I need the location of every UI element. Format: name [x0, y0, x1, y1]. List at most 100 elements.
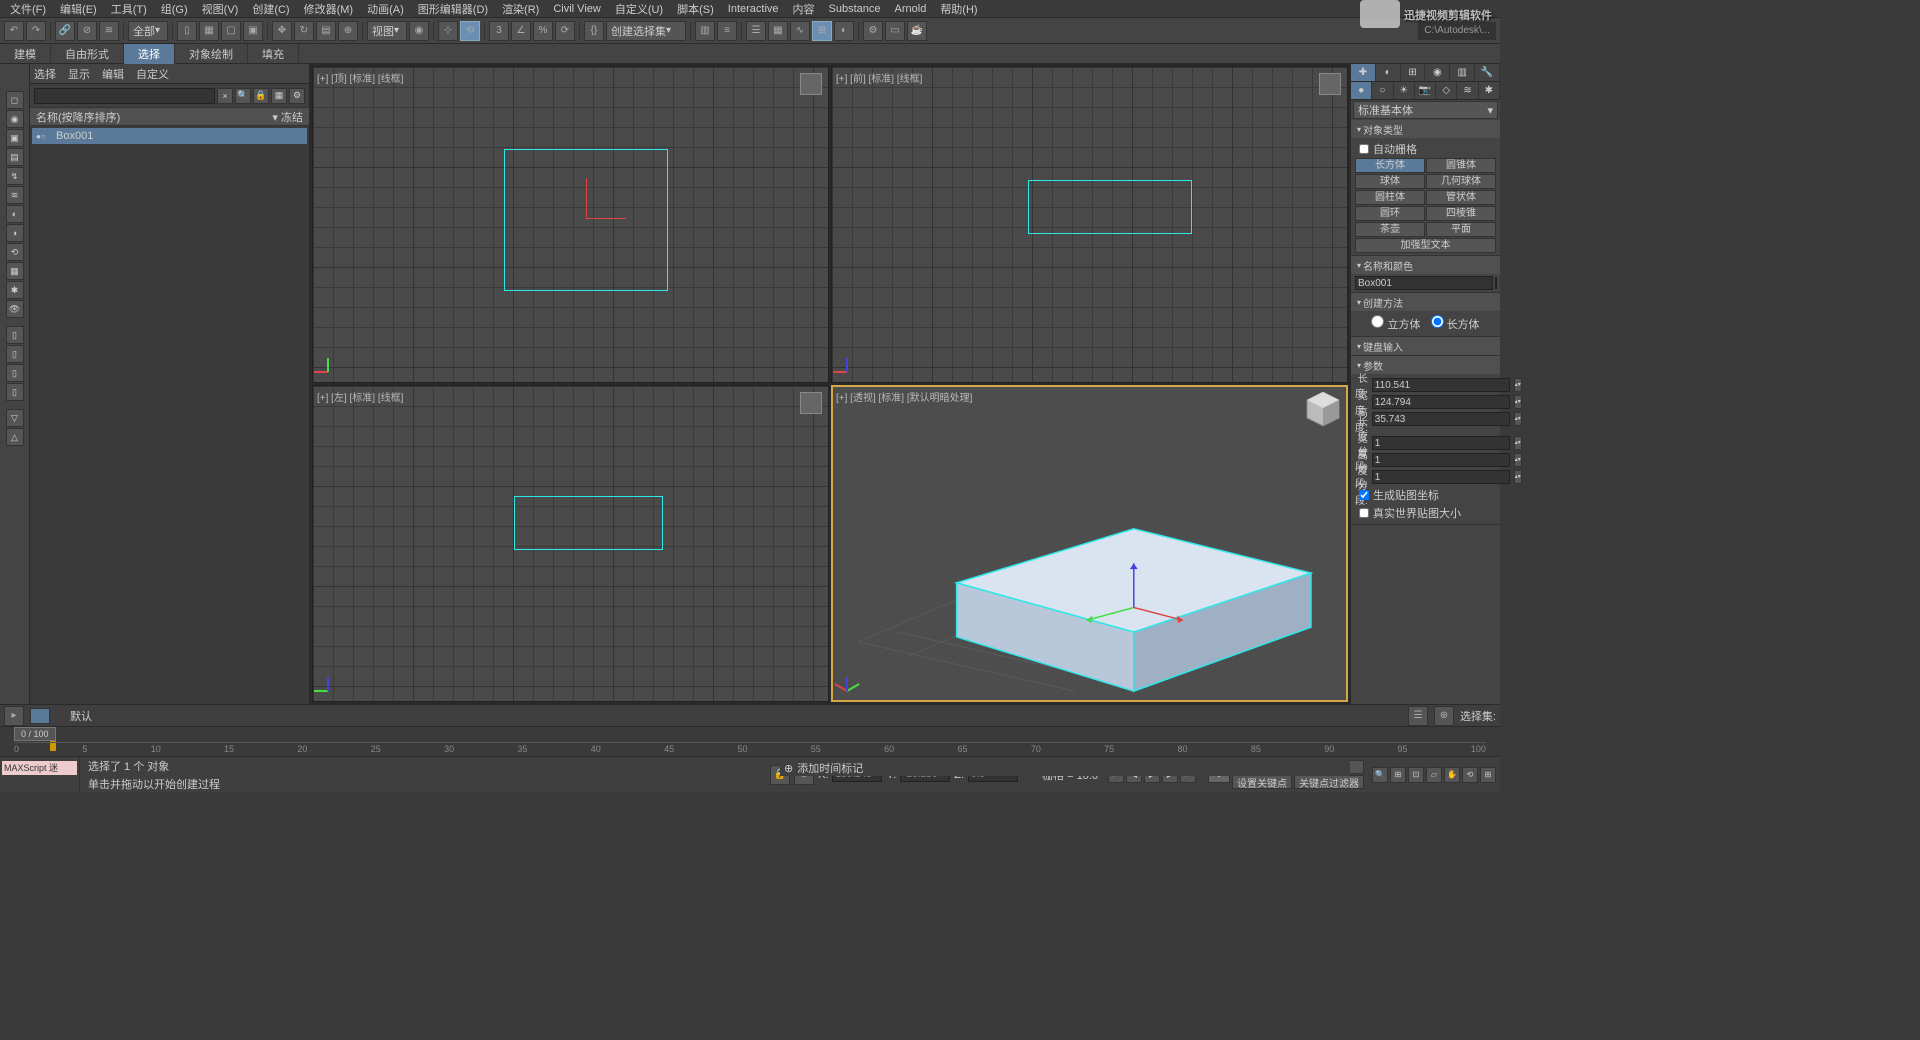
render-button[interactable]: ☕: [907, 21, 927, 41]
expand-track-button[interactable]: ▸: [4, 706, 24, 726]
scene-tab-1[interactable]: 显示: [68, 66, 90, 82]
lefticon-12[interactable]: 👁: [6, 300, 24, 318]
rollup-name-color[interactable]: 名称和颜色: [1351, 256, 1500, 274]
lights-icon[interactable]: ☀: [1394, 82, 1415, 99]
redo-button[interactable]: ↷: [26, 21, 46, 41]
view-icon[interactable]: ▦: [271, 88, 287, 104]
spinner-icon[interactable]: ▴▾: [1514, 470, 1522, 484]
scene-search-input[interactable]: [34, 88, 215, 104]
menu-U[interactable]: 自定义(U): [609, 1, 669, 17]
time-slider[interactable]: 0 / 100 05101520253035404550556065707580…: [0, 726, 1500, 756]
param-input-3[interactable]: [1372, 436, 1510, 450]
viewport-label-front[interactable]: [+] [前] [标准] [线框]: [836, 70, 922, 85]
primitive-btn-2[interactable]: 球体: [1355, 174, 1425, 189]
curve-editor-button[interactable]: ∿: [790, 21, 810, 41]
viewport-label-top[interactable]: [+] [顶] [标准] [线框]: [317, 70, 403, 85]
undo-button[interactable]: ↶: [4, 21, 24, 41]
window-cross-button[interactable]: ▣: [243, 21, 263, 41]
menu-E[interactable]: 编辑(E): [54, 1, 103, 17]
spinner-icon[interactable]: ▴▾: [1514, 378, 1522, 392]
tab-display[interactable]: ▥: [1450, 64, 1475, 81]
scene-tab-0[interactable]: 选择: [34, 66, 56, 82]
menu-Arnold[interactable]: Arnold: [889, 3, 933, 15]
lefticon-9[interactable]: ⟲: [6, 243, 24, 261]
menu-F[interactable]: 文件(F): [4, 1, 52, 17]
spinner-icon[interactable]: ▴▾: [1514, 412, 1522, 426]
snap3-button[interactable]: 3: [489, 21, 509, 41]
spinner-icon[interactable]: ▴▾: [1514, 395, 1522, 409]
param-input-0[interactable]: [1372, 378, 1510, 392]
viewport-label-left[interactable]: [+] [左] [标准] [线框]: [317, 389, 403, 404]
ribbon-tab-1[interactable]: 自由形式: [51, 44, 124, 64]
rollup-creation-method[interactable]: 创建方法: [1351, 293, 1500, 311]
select-button[interactable]: ▯: [177, 21, 197, 41]
shapes-icon[interactable]: ○: [1372, 82, 1393, 99]
tab-utilities[interactable]: 🔧: [1475, 64, 1500, 81]
link-button[interactable]: 🔗: [55, 21, 75, 41]
snap-toggle-button[interactable]: ⊹: [438, 21, 458, 41]
lefticon-18[interactable]: △: [6, 428, 24, 446]
bind-button[interactable]: ≋: [99, 21, 119, 41]
param-input-1[interactable]: [1372, 395, 1510, 409]
schematic-button[interactable]: ⊞: [812, 21, 832, 41]
spacewarps-icon[interactable]: ≋: [1457, 82, 1478, 99]
layout-button[interactable]: [30, 708, 50, 724]
mapcoords-checkbox[interactable]: [1359, 490, 1369, 500]
menu-T[interactable]: 工具(T): [105, 1, 153, 17]
menu-H[interactable]: 帮助(H): [934, 1, 983, 17]
primitive-btn-5[interactable]: 管状体: [1426, 190, 1496, 205]
subcategory-dropdown[interactable]: 标准基本体▾: [1353, 101, 1498, 119]
ribbon-tab-0[interactable]: 建模: [0, 44, 51, 64]
viewport-left[interactable]: [+] [左] [标准] [线框]: [312, 385, 829, 702]
lock-icon[interactable]: 🔒: [253, 88, 269, 104]
close-icon[interactable]: ×: [217, 88, 233, 104]
unlink-button[interactable]: ⊘: [77, 21, 97, 41]
lefticon-6[interactable]: ≋: [6, 186, 24, 204]
primitive-btn-0[interactable]: 长方体: [1355, 158, 1425, 173]
align-button[interactable]: ≡: [717, 21, 737, 41]
scale-button[interactable]: ▤: [316, 21, 336, 41]
lefticon-7[interactable]: ◐: [6, 205, 24, 223]
pivot-button[interactable]: ◉: [409, 21, 429, 41]
menu-R[interactable]: 渲染(R): [496, 1, 545, 17]
rect-select-button[interactable]: ▢: [221, 21, 241, 41]
menu-CivilView[interactable]: Civil View: [547, 3, 606, 15]
lefticon-2[interactable]: ◉: [6, 110, 24, 128]
cameras-icon[interactable]: 📷: [1415, 82, 1436, 99]
anglesnap2-button[interactable]: ∠: [511, 21, 531, 41]
select-name-button[interactable]: ▦: [199, 21, 219, 41]
viewport-top[interactable]: [+] [顶] [标准] [线框]: [312, 66, 829, 383]
nav-fov-button[interactable]: ▱: [1426, 767, 1442, 783]
radio-cube[interactable]: 立方体: [1371, 315, 1420, 332]
layers-button[interactable]: ☰: [746, 21, 766, 41]
add-time-tag[interactable]: 添加时间标记: [797, 760, 863, 776]
menu-[interactable]: 内容: [787, 1, 821, 17]
viewcube-icon[interactable]: [1319, 73, 1341, 95]
toggle-ribbon-button[interactable]: ▦: [768, 21, 788, 41]
scene-list-header[interactable]: 名称(按降序排序) ▾ 冻结: [30, 108, 309, 126]
lefticon-10[interactable]: ▦: [6, 262, 24, 280]
keyfilter-button[interactable]: 关键点过滤器: [1294, 775, 1364, 789]
primitive-btn-6[interactable]: 圆环: [1355, 206, 1425, 221]
lefticon-8[interactable]: ◑: [6, 224, 24, 242]
object-name-input[interactable]: [1355, 276, 1493, 290]
viewcube-icon[interactable]: [800, 73, 822, 95]
search-icon[interactable]: 🔍: [235, 88, 251, 104]
nav-orbit-button[interactable]: ⟲: [1462, 767, 1478, 783]
tab-modify[interactable]: ◐: [1376, 64, 1401, 81]
primitive-btn-4[interactable]: 圆柱体: [1355, 190, 1425, 205]
primitive-btn-7[interactable]: 四棱锥: [1426, 206, 1496, 221]
viewport-perspective[interactable]: [+] [透视] [标准] [默认明暗处理]: [831, 385, 1348, 702]
nav-zoomall-button[interactable]: ⊞: [1390, 767, 1406, 783]
setkey-button[interactable]: 设置关键点: [1232, 775, 1292, 789]
spinnersnap-button[interactable]: ⟳: [555, 21, 575, 41]
editselset-button[interactable]: {}: [584, 21, 604, 41]
realworld-checkbox[interactable]: [1359, 508, 1369, 518]
lock-sel-button[interactable]: ⊕: [1434, 706, 1454, 726]
radio-box[interactable]: 长方体: [1431, 315, 1480, 332]
scene-tab-2[interactable]: 编辑: [102, 66, 124, 82]
primitive-btn-1[interactable]: 圆锥体: [1426, 158, 1496, 173]
ribbon-tab-4[interactable]: 填充: [248, 44, 299, 64]
menu-C[interactable]: 创建(C): [246, 1, 295, 17]
mirror-button[interactable]: ▥: [695, 21, 715, 41]
